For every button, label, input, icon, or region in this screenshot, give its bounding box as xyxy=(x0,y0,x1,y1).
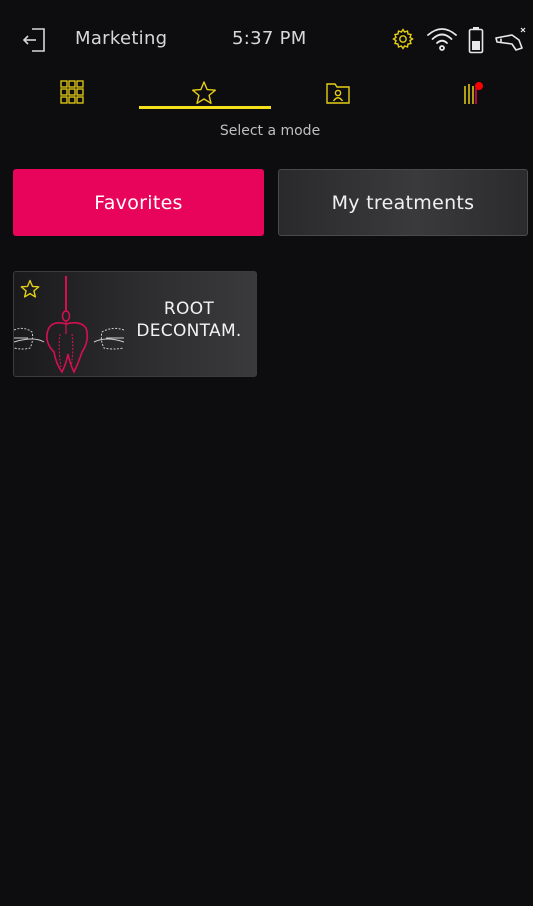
treatment-card-root-decontam[interactable]: ROOT DECONTAM. xyxy=(13,271,257,377)
treatment-card-line2: DECONTAM. xyxy=(136,321,242,341)
battery-icon xyxy=(468,27,484,54)
treatment-card-line1: ROOT xyxy=(163,299,215,319)
tab-favorites[interactable] xyxy=(169,76,239,110)
grid-icon xyxy=(60,80,84,104)
levels-icon xyxy=(464,82,483,104)
screen: Marketing 5:37 PM Select a mode Favorite… xyxy=(0,0,533,906)
folder-user-icon xyxy=(326,83,350,104)
clock: 5:37 PM xyxy=(232,28,307,49)
user-name[interactable]: Marketing xyxy=(75,28,167,49)
tab-bar xyxy=(0,76,533,110)
handpiece-icon xyxy=(495,27,526,51)
notification-dot xyxy=(475,82,483,90)
favorite-star-icon[interactable] xyxy=(20,279,40,299)
star-icon xyxy=(192,81,216,104)
active-tab-indicator xyxy=(139,106,271,109)
exit-icon[interactable] xyxy=(22,26,48,54)
wifi-icon xyxy=(427,28,457,51)
tab-grid[interactable] xyxy=(37,76,107,110)
gear-icon[interactable] xyxy=(391,27,415,51)
treatment-card-label: ROOT DECONTAM. xyxy=(134,298,244,342)
tab-patient-folder[interactable] xyxy=(303,76,373,110)
status-bar: Marketing 5:37 PM xyxy=(0,0,533,76)
favorites-button[interactable]: Favorites xyxy=(13,169,264,236)
my-treatments-button[interactable]: My treatments xyxy=(278,169,528,236)
page-subtitle: Select a mode xyxy=(219,123,321,139)
tab-settings[interactable] xyxy=(437,76,507,110)
